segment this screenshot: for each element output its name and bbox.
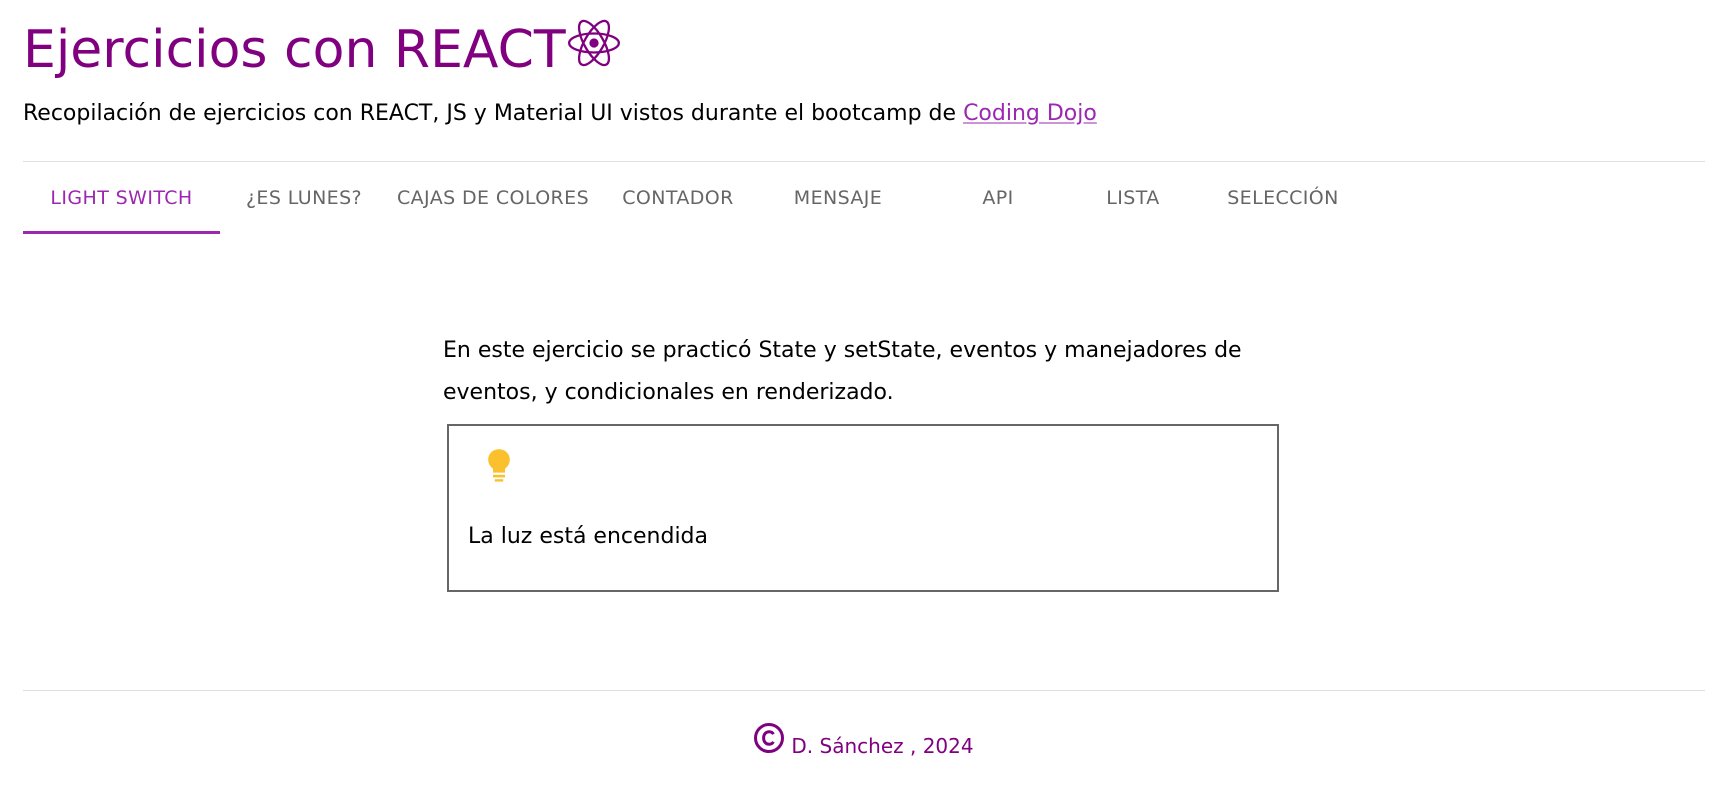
header: Ejercicios con REACT Recopilación de eje… bbox=[23, 14, 1714, 128]
tab-lista[interactable]: LISTA bbox=[1078, 162, 1188, 234]
tab-light-switch[interactable]: LIGHT SWITCH bbox=[23, 162, 220, 234]
lightbulb-icon[interactable] bbox=[484, 448, 514, 484]
tab-bar: LIGHT SWITCH ¿ES LUNES? CAJAS DE COLORES… bbox=[23, 162, 1378, 234]
footer: D. Sánchez , 2024 bbox=[0, 722, 1714, 758]
tab-mensaje[interactable]: MENSAJE bbox=[758, 162, 918, 234]
tab-api[interactable]: API bbox=[918, 162, 1078, 234]
tab-contador[interactable]: CONTADOR bbox=[598, 162, 758, 234]
light-status-text: La luz está encendida bbox=[468, 524, 709, 549]
tab-cajas-de-colores[interactable]: CAJAS DE COLORES bbox=[388, 162, 598, 234]
copyright-icon bbox=[754, 723, 785, 753]
footer-divider bbox=[23, 690, 1705, 691]
exercise-panel: En este ejercicio se practicó State y se… bbox=[443, 330, 1283, 592]
tab-es-lunes[interactable]: ¿ES LUNES? bbox=[220, 162, 388, 234]
title-row: Ejercicios con REACT bbox=[23, 14, 1714, 86]
page-subtitle: Recopilación de ejercicios con REACT, JS… bbox=[23, 100, 1714, 128]
coding-dojo-link[interactable]: Coding Dojo bbox=[963, 101, 1097, 126]
light-switch-box[interactable]: La luz está encendida bbox=[447, 424, 1279, 592]
footer-text: D. Sánchez , 2024 bbox=[791, 734, 974, 758]
page-title: Ejercicios con REACT bbox=[23, 20, 566, 80]
subtitle-text: Recopilación de ejercicios con REACT, JS… bbox=[23, 101, 964, 126]
tab-seleccion[interactable]: SELECCIÓN bbox=[1188, 162, 1378, 234]
react-atom-icon bbox=[567, 19, 620, 67]
exercise-description: En este ejercicio se practicó State y se… bbox=[443, 338, 1242, 405]
page: Ejercicios con REACT Recopilación de eje… bbox=[0, 0, 1714, 792]
